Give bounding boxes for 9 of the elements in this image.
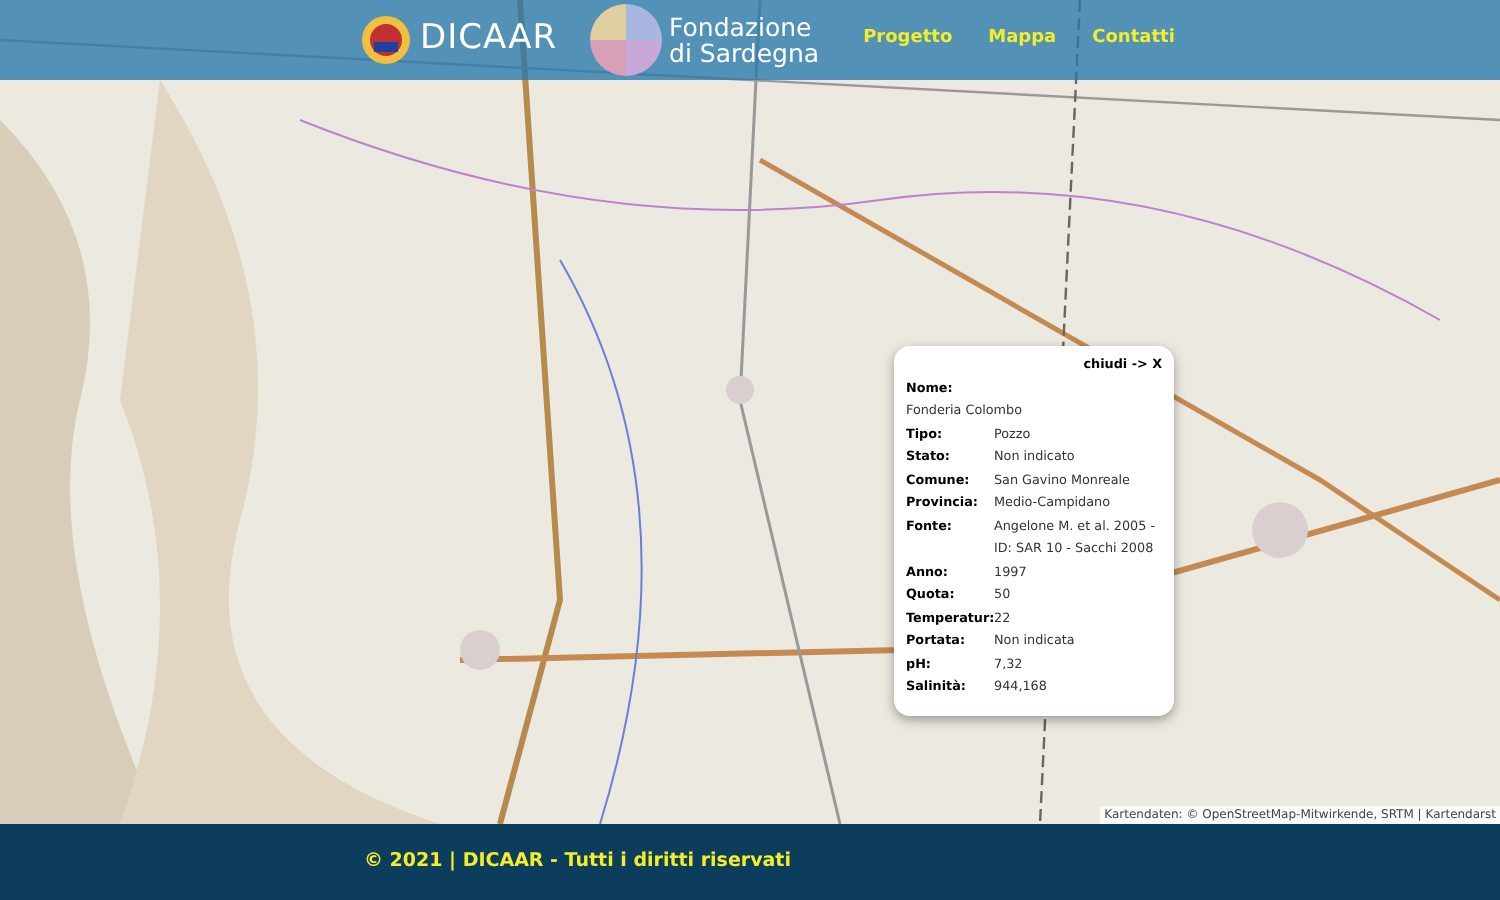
circle-logo-icon <box>589 4 662 76</box>
partner-name: Fondazione <box>669 14 814 40</box>
nav-link[interactable]: Progetto <box>863 26 953 54</box>
copyright-text: © 2021 | DICAAR - Tutti i diritti riservati <box>364 847 791 876</box>
logo-text: DICAAR <box>420 16 558 63</box>
partner-name: di Sardegna <box>669 40 820 66</box>
nav-link[interactable]: Contatti <box>1092 26 1175 54</box>
nav-link[interactable]: Mappa <box>988 26 1057 54</box>
emblem-icon <box>360 14 412 66</box>
